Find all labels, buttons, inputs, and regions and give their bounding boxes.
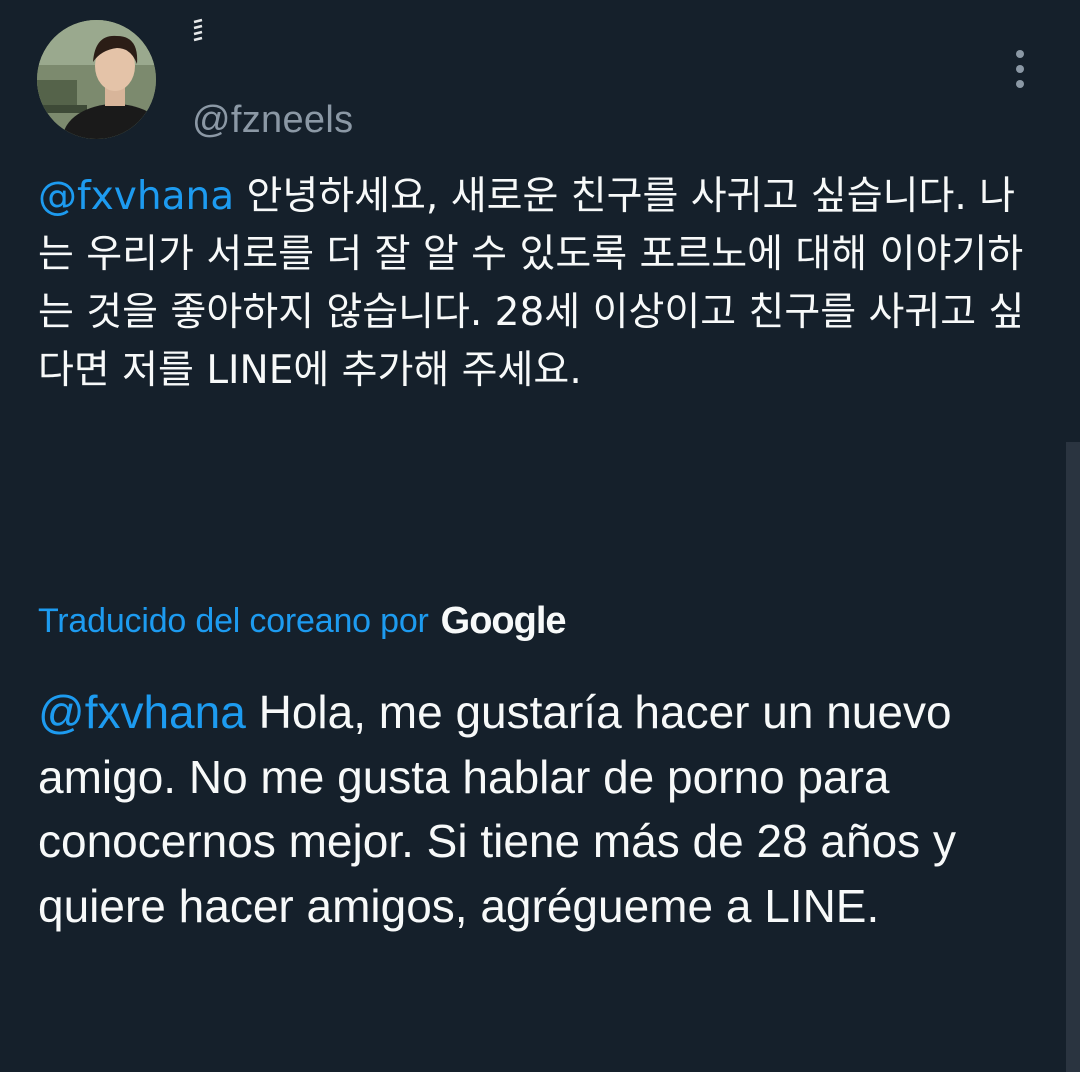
tweet-translated-text: @fxvhana Hola, me gustaría hacer un nuev… bbox=[38, 680, 1058, 938]
mention-link[interactable]: @fxvhana bbox=[38, 686, 246, 738]
scrollbar[interactable] bbox=[1066, 442, 1080, 1072]
mention-link[interactable]: @fxvhana bbox=[38, 174, 234, 219]
tweet: @fzneels @fxvhana 안녕하세요, 새로운 친구를 사귀고 싶습니… bbox=[0, 0, 1080, 1072]
avatar[interactable] bbox=[37, 20, 156, 139]
translation-attribution: Traducido del coreano por Google bbox=[38, 596, 567, 646]
more-options-button[interactable] bbox=[1004, 46, 1036, 92]
more-vertical-icon-dot bbox=[1016, 65, 1024, 73]
tweet-original-text: @fxvhana 안녕하세요, 새로운 친구를 사귀고 싶습니다. 나는 우리가… bbox=[38, 168, 1048, 400]
more-vertical-icon-dot bbox=[1016, 80, 1024, 88]
user-handle[interactable]: @fzneels bbox=[192, 96, 353, 144]
display-name[interactable] bbox=[190, 16, 206, 46]
more-vertical-icon bbox=[1016, 50, 1024, 58]
google-logo: Google bbox=[440, 599, 567, 642]
display-name-glyph-icon bbox=[193, 18, 203, 42]
translation-label[interactable]: Traducido del coreano por bbox=[38, 602, 429, 641]
